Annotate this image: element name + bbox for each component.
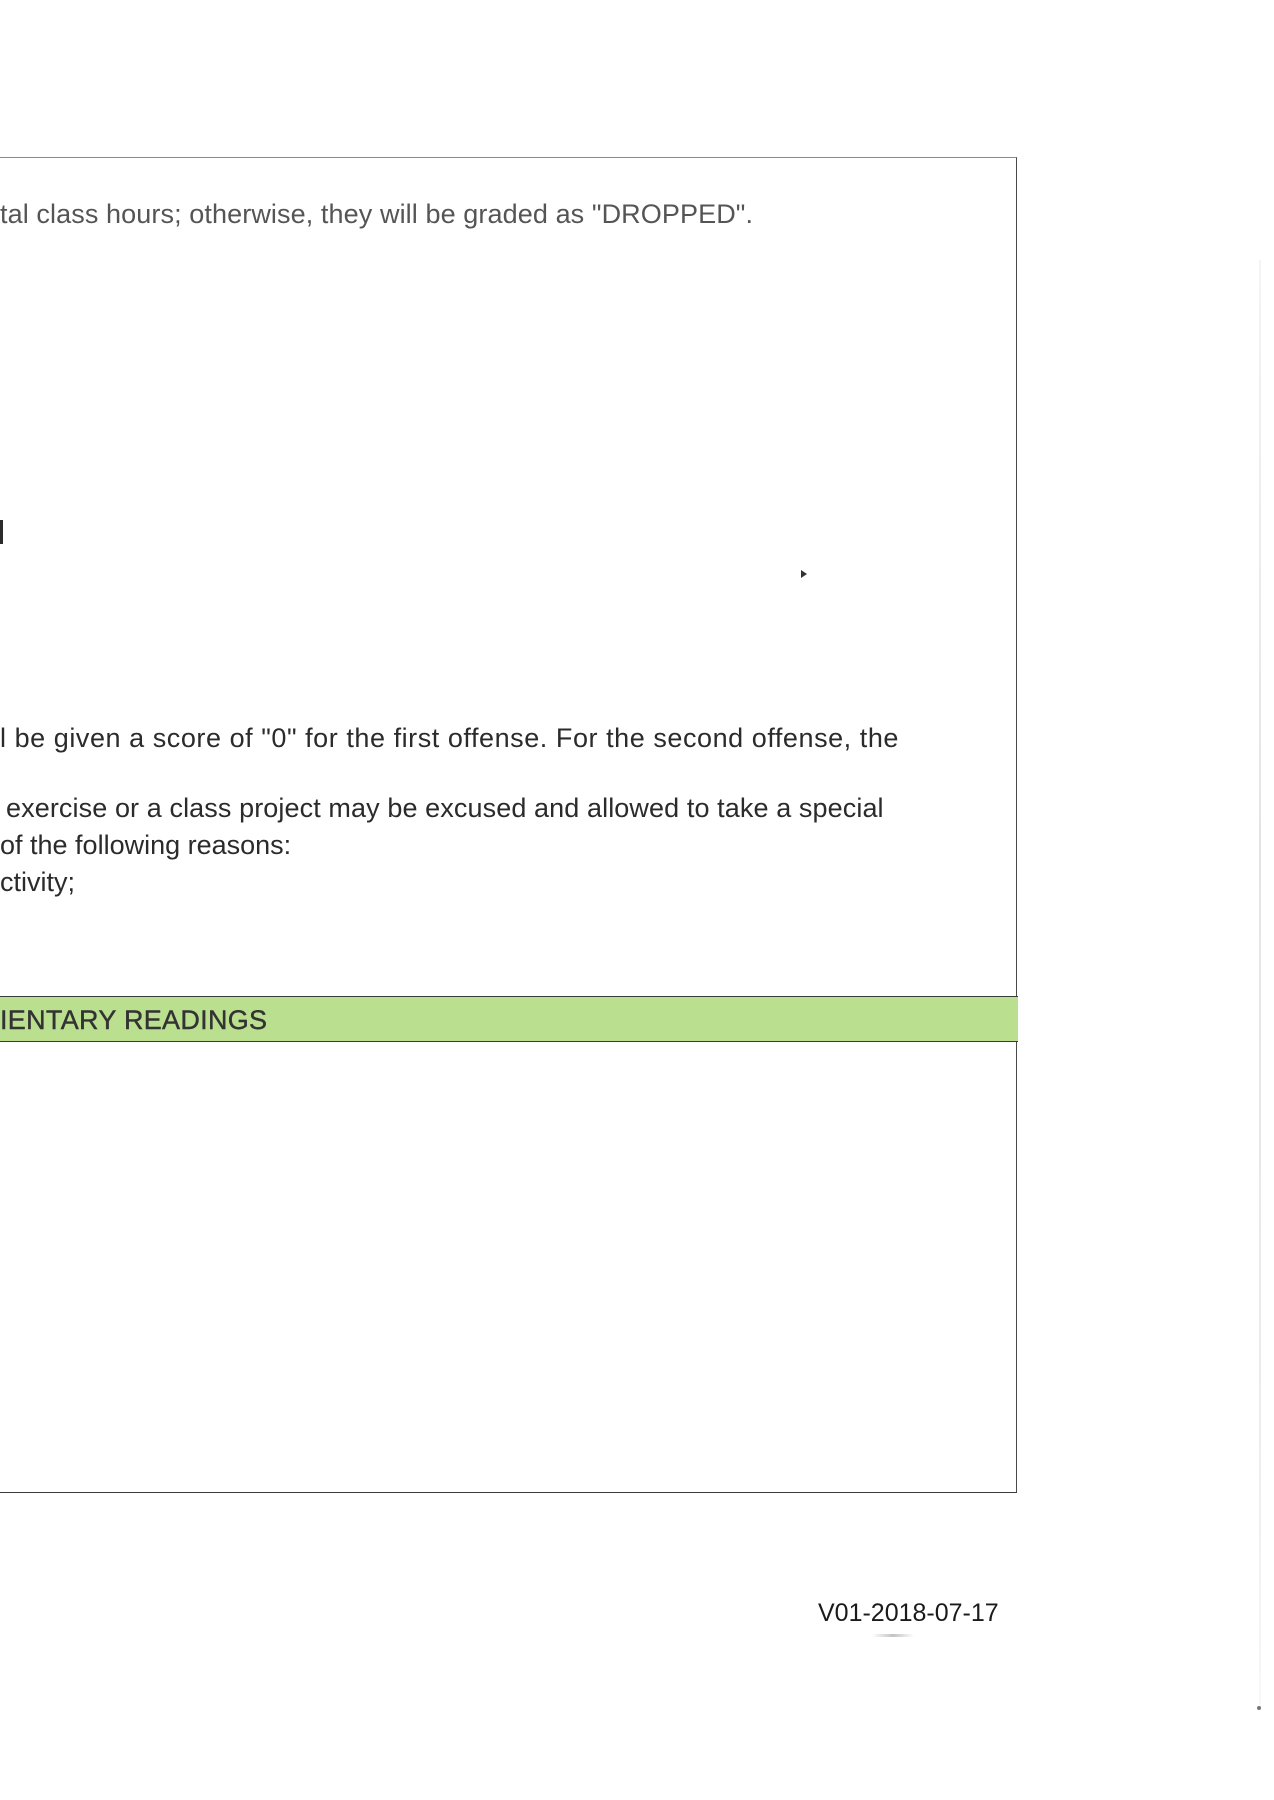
- smudge-mark: [872, 1634, 914, 1637]
- exercise-line: exercise or a class project may be excus…: [6, 793, 884, 823]
- page-edge: [1259, 260, 1261, 1710]
- reasons-line: of the following reasons:: [0, 830, 292, 860]
- stray-mark: [0, 520, 3, 544]
- attendance-line: tal class hours; otherwise, they will be…: [0, 199, 754, 229]
- offense-line: l be given a score of "0" for the first …: [0, 723, 899, 753]
- activity-line: ctivity;: [0, 867, 76, 897]
- content-frame: [0, 157, 1017, 1493]
- section-header-bar: IENTARY READINGS: [0, 996, 1018, 1042]
- section-title: IENTARY READINGS: [0, 1005, 268, 1035]
- page-edge-mark: [1257, 1706, 1261, 1710]
- version-label: V01-2018-07-17: [818, 1599, 999, 1627]
